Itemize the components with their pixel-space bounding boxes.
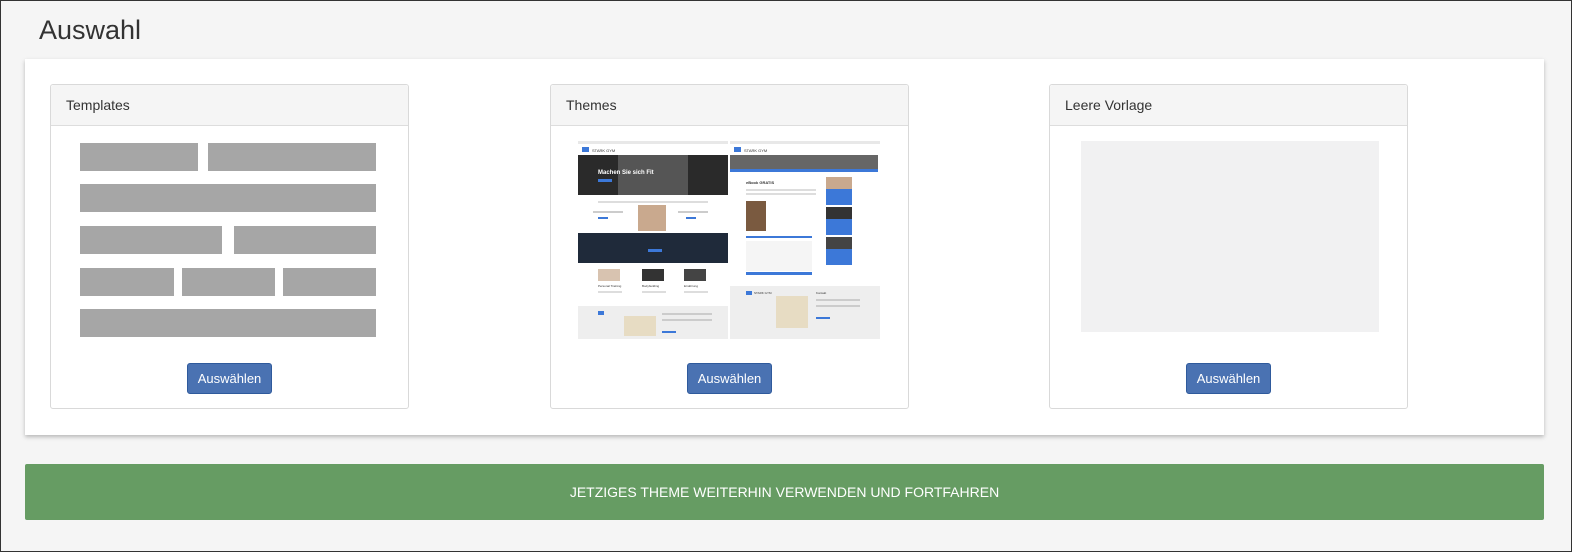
- theme-brand-right: STARK GYM: [744, 148, 767, 153]
- layout-block: [80, 184, 376, 212]
- templates-card-title: Templates: [51, 85, 408, 126]
- layout-block: [208, 143, 376, 171]
- templates-select-button[interactable]: Auswählen: [187, 363, 272, 394]
- theme-footer-title: Kontakt: [816, 291, 826, 295]
- continue-with-current-theme-button[interactable]: JETZIGES THEME WEITERHIN VERWENDEN UND F…: [25, 464, 1544, 520]
- page-title: Auswahl: [39, 15, 142, 45]
- empty-template-preview: [1081, 141, 1379, 332]
- themes-card-title: Themes: [551, 85, 908, 126]
- theme-footer-brand: STARK GYM: [754, 291, 772, 295]
- layout-block: [234, 226, 376, 254]
- theme-tile-label: Bodybuilding: [642, 284, 660, 288]
- theme-preview-thumbnail: STARK GYM Machen Sie sich Fit Personal T…: [578, 141, 880, 339]
- theme-tile-label: Ernährung: [684, 284, 698, 288]
- empty-template-card-title: Leere Vorlage: [1050, 85, 1407, 126]
- layout-block: [80, 268, 174, 296]
- theme-preview-image: STARK GYM Machen Sie sich Fit Personal T…: [578, 141, 880, 339]
- theme-hero-text: Machen Sie sich Fit: [598, 170, 654, 176]
- templates-preview: [80, 143, 377, 338]
- layout-block: [80, 143, 198, 171]
- layout-block: [80, 226, 222, 254]
- themes-card: Themes STARK GYM Machen Sie sich Fit Per…: [550, 84, 909, 409]
- empty-template-card: Leere Vorlage Auswählen: [1049, 84, 1408, 409]
- empty-template-select-button[interactable]: Auswählen: [1186, 363, 1271, 394]
- themes-select-button[interactable]: Auswählen: [687, 363, 772, 394]
- layout-block: [80, 309, 376, 337]
- theme-brand-left: STARK GYM: [592, 148, 615, 153]
- layout-block: [182, 268, 275, 296]
- theme-article-title: eBook GRATIS: [746, 180, 774, 185]
- theme-tile-label: Personal Training: [598, 284, 622, 288]
- templates-card: Templates Auswählen: [50, 84, 409, 409]
- selection-panel: Templates Auswählen Themes STARK GYM Mac…: [25, 59, 1544, 435]
- app-frame: Auswahl Templates Auswählen Themes STARK…: [0, 0, 1572, 552]
- layout-block: [283, 268, 376, 296]
